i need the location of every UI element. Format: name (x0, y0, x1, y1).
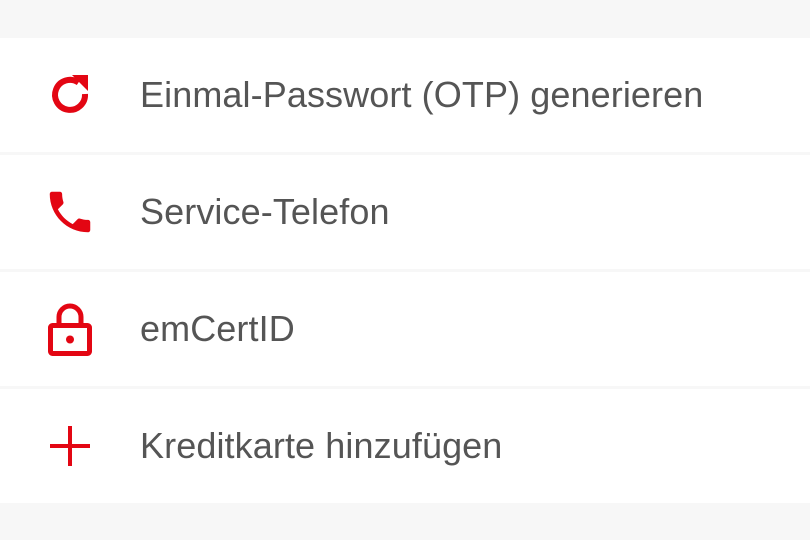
refresh-icon (0, 38, 140, 152)
menu-item-service-phone[interactable]: Service-Telefon (0, 155, 810, 269)
phone-icon (0, 155, 140, 269)
menu-item-emcertid[interactable]: emCertID (0, 272, 810, 386)
menu-item-label: Kreditkarte hinzufügen (140, 425, 503, 466)
plus-icon (0, 389, 140, 503)
menu-item-add-credit-card[interactable]: Kreditkarte hinzufügen (0, 389, 810, 503)
menu-item-label: Service-Telefon (140, 191, 390, 232)
menu-item-label: Einmal-Passwort (OTP) generieren (140, 74, 704, 115)
menu-item-label: emCertID (140, 308, 295, 349)
action-menu: Einmal-Passwort (OTP) generieren Service… (0, 38, 810, 503)
menu-item-otp[interactable]: Einmal-Passwort (OTP) generieren (0, 38, 810, 152)
lock-icon (0, 272, 140, 386)
